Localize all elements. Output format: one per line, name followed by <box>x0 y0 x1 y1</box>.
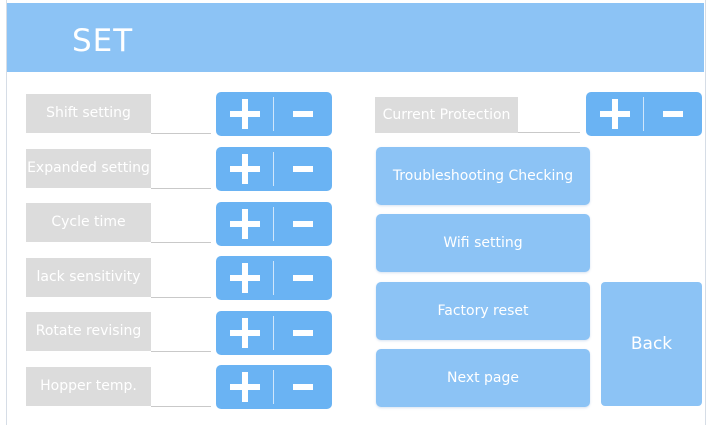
setting-label-lack-sensitivity: lack sensitivity <box>26 258 151 297</box>
plus-icon-vertical <box>242 99 248 129</box>
minus-icon <box>293 166 313 172</box>
expanded-plus-button[interactable] <box>216 147 274 191</box>
lack-sensitivity-stepper <box>216 256 332 300</box>
shift-plus-button[interactable] <box>216 92 274 136</box>
rotate-revising-stepper <box>216 311 332 355</box>
hopper-temp-plus-button[interactable] <box>216 365 274 409</box>
cycle-time-plus-button[interactable] <box>216 202 274 246</box>
setting-underline <box>151 133 211 134</box>
lack-sensitivity-plus-button[interactable] <box>216 256 274 300</box>
expanded-stepper <box>216 147 332 191</box>
setting-underline <box>151 242 211 243</box>
page-title: SET <box>72 23 134 59</box>
current-protection-label: Current Protection <box>375 97 518 133</box>
minus-icon <box>663 111 683 117</box>
setting-label-expanded: Expanded setting <box>26 149 151 188</box>
minus-icon <box>293 330 313 336</box>
plus-icon-vertical <box>612 99 618 129</box>
current-protection-stepper <box>586 92 702 136</box>
next-page-button[interactable]: Next page <box>376 349 590 407</box>
setting-underline <box>151 297 211 298</box>
minus-icon <box>293 111 313 117</box>
plus-icon-vertical <box>242 154 248 184</box>
rotate-revising-minus-button[interactable] <box>274 311 332 355</box>
wifi-setting-button[interactable]: Wifi setting <box>376 214 590 272</box>
expanded-minus-button[interactable] <box>274 147 332 191</box>
shift-stepper <box>216 92 332 136</box>
current-protection-minus-button[interactable] <box>644 92 702 136</box>
troubleshooting-checking-button[interactable]: Troubleshooting Checking <box>376 147 590 205</box>
minus-icon <box>293 221 313 227</box>
rotate-revising-plus-button[interactable] <box>216 311 274 355</box>
lack-sensitivity-minus-button[interactable] <box>274 256 332 300</box>
back-button[interactable]: Back <box>601 282 702 406</box>
header-bar: SET <box>7 3 704 72</box>
hopper-temp-stepper <box>216 365 332 409</box>
minus-icon <box>293 275 313 281</box>
setting-label-shift: Shift setting <box>26 94 151 133</box>
plus-icon-vertical <box>242 263 248 293</box>
shift-minus-button[interactable] <box>274 92 332 136</box>
hopper-temp-minus-button[interactable] <box>274 365 332 409</box>
cycle-time-minus-button[interactable] <box>274 202 332 246</box>
setting-label-rotate-revising: Rotate revising <box>26 312 151 351</box>
cycle-time-stepper <box>216 202 332 246</box>
setting-underline <box>518 132 580 133</box>
minus-icon <box>293 384 313 390</box>
setting-underline <box>151 351 211 352</box>
plus-icon-vertical <box>242 318 248 348</box>
current-protection-plus-button[interactable] <box>586 92 644 136</box>
plus-icon-vertical <box>242 372 248 402</box>
setting-underline <box>151 406 211 407</box>
factory-reset-button[interactable]: Factory reset <box>376 282 590 340</box>
setting-label-hopper-temp: Hopper temp. <box>26 367 151 406</box>
setting-label-cycle-time: Cycle time <box>26 203 151 242</box>
setting-underline <box>151 188 211 189</box>
plus-icon-vertical <box>242 209 248 239</box>
